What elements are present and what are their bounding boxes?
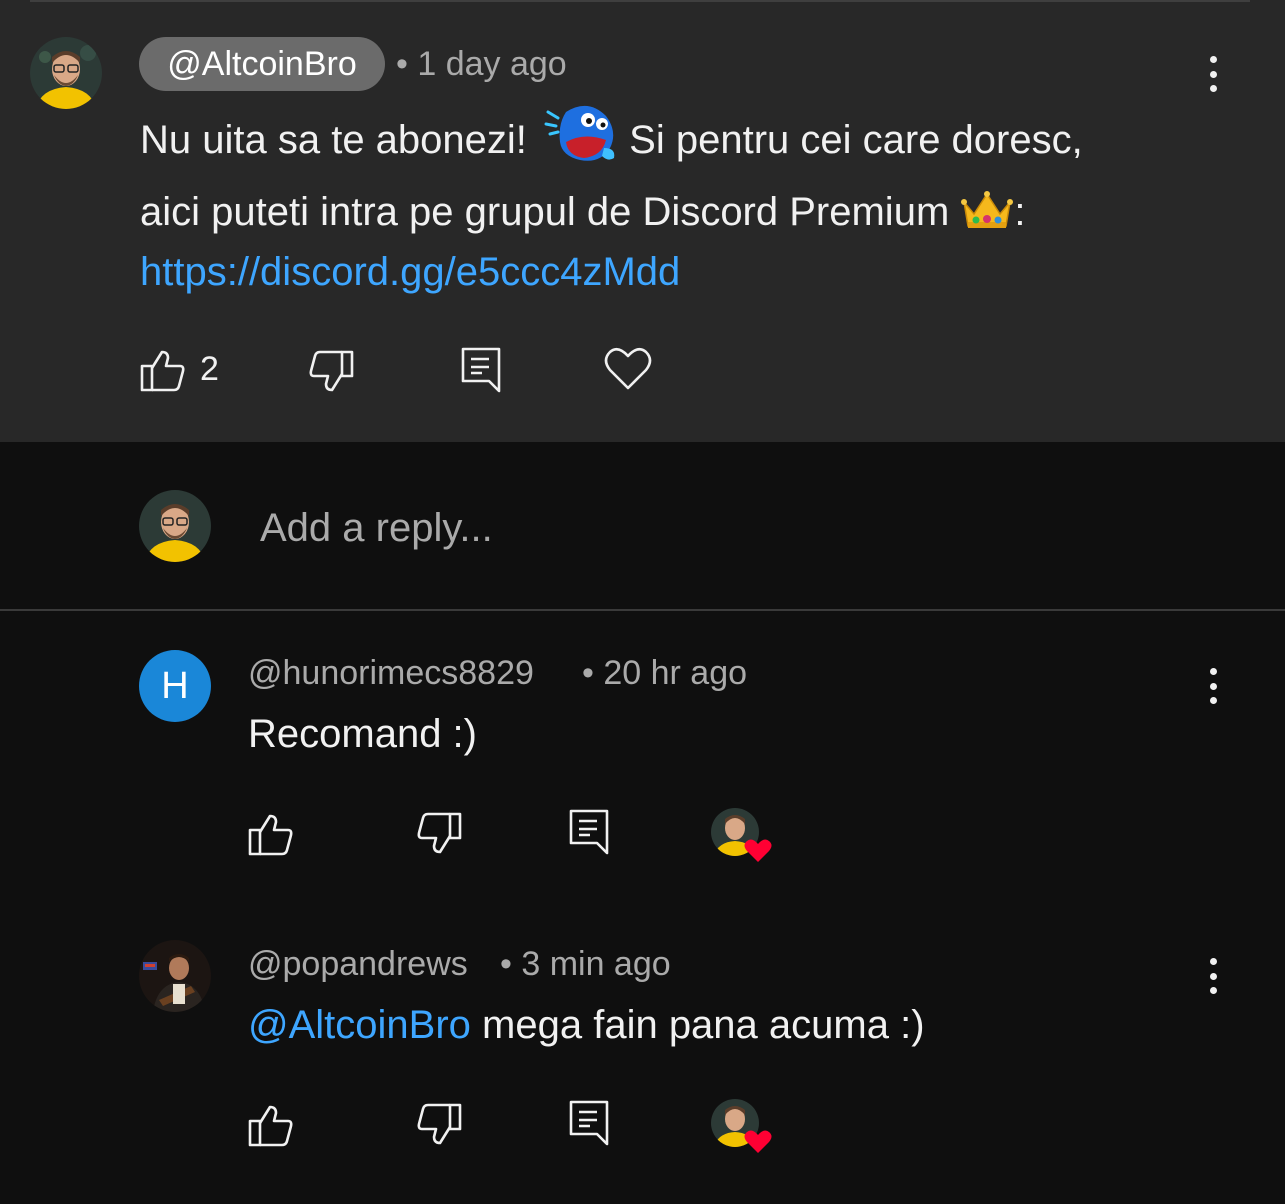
discord-link[interactable]: https://discord.gg/e5ccc4zMdd [140,248,680,296]
heart-icon[interactable] [604,346,652,397]
reply-text-part: mega fain pana acuma :) [470,1003,925,1047]
comment-timestamp: • 1 day ago [396,45,567,83]
comment-text-line-1: Nu uita sa te abonezi! Si pentru cei car… [140,106,1083,166]
reply-icon[interactable] [568,1099,610,1152]
divider [30,0,1250,2]
current-user-avatar [139,490,211,562]
reply-author-handle[interactable]: @hunorimecs8829 [248,654,534,693]
reply-text: Recomand :) [248,712,477,756]
like-count: 2 [200,350,219,388]
divider [0,609,1285,611]
dislike-icon[interactable] [308,350,354,399]
author-handle-pill[interactable]: @AltcoinBro [139,37,385,91]
crown-emoji-icon [960,188,1014,232]
pinned-comment: @AltcoinBro • 1 day ago Nu uita sa te ab… [0,0,1285,442]
like-icon[interactable] [248,1103,294,1152]
comment-text-part: Nu uita sa te abonezi! [140,118,527,162]
reply-input[interactable] [260,500,1160,556]
more-options-icon[interactable] [1201,50,1225,98]
reply-icon[interactable] [568,808,610,861]
author-avatar[interactable] [30,37,102,109]
like-icon[interactable] [248,812,294,861]
reply-text: @AltcoinBro mega fain pana acuma :) [248,1001,925,1049]
more-options-icon[interactable] [1201,952,1225,1000]
dislike-icon[interactable] [416,812,462,861]
dislike-icon[interactable] [416,1103,462,1152]
blue-emoji-icon [538,106,618,162]
comment-text-line-2: aici puteti intra pe grupul de Discord P… [140,188,1026,236]
comment-text-part: aici puteti intra pe grupul de Discord P… [140,190,950,234]
reply-author-avatar[interactable] [139,940,211,1012]
creator-heart-badge [711,1097,775,1157]
creator-heart-badge [711,806,775,866]
reply-icon[interactable] [460,346,502,399]
reply-timestamp: • 3 min ago [500,945,671,983]
comment-text-part: Si pentru cei care doresc, [629,118,1083,162]
reply-author-handle[interactable]: @popandrews [248,945,468,984]
like-icon[interactable] [140,348,186,397]
more-options-icon[interactable] [1201,662,1225,710]
reply-timestamp: • 20 hr ago [582,654,748,692]
mention-link[interactable]: @AltcoinBro [248,1003,471,1047]
comment-text-part: : [1014,190,1026,234]
reply-author-avatar[interactable]: H [139,650,211,722]
